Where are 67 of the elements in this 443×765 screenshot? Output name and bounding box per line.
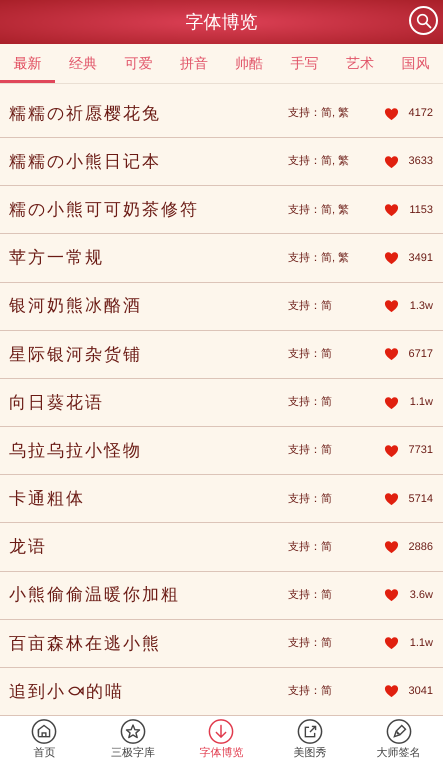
heart-icon[interactable] [384, 540, 399, 554]
support-label: 支持：简 [288, 684, 333, 700]
heart-icon[interactable] [384, 396, 399, 410]
download-icon [208, 719, 234, 746]
nav-tab[interactable]: 美图秀 [266, 716, 354, 765]
font-name[interactable]: 糯糯の小熊日记本 [9, 148, 161, 174]
font-name[interactable]: 乌拉乌拉小怪物 [9, 438, 142, 464]
heart-icon[interactable] [384, 347, 399, 362]
nav-tab[interactable]: 三极字库 [88, 716, 178, 765]
font-name[interactable]: 龙语 [9, 534, 47, 560]
share-icon [297, 719, 324, 746]
like-count: 5714 [408, 492, 433, 507]
support-label: 支持：简, 繁 [288, 106, 350, 122]
category-tab[interactable]: 最新 [0, 44, 56, 83]
font-name[interactable]: 小熊偷偷温暖你加粗 [9, 582, 180, 608]
font-name[interactable]: 苹方一常规 [9, 245, 104, 271]
like-count: 1153 [408, 202, 433, 218]
font-name[interactable]: 的喵 [86, 678, 124, 704]
search-icon [416, 12, 432, 28]
support-label: 支持：简 [288, 298, 333, 314]
heart-icon[interactable] [384, 106, 399, 121]
heart-icon[interactable] [384, 588, 399, 602]
like-count: 3633 [408, 154, 433, 170]
font-name[interactable]: 卡通粗体 [9, 486, 85, 512]
like-count: 3041 [408, 684, 433, 700]
page-title: 字体博览 [186, 10, 258, 34]
heart-icon[interactable] [384, 154, 399, 169]
heart-icon[interactable] [384, 202, 399, 217]
support-label: 支持：简 [288, 588, 333, 603]
like-count: 3491 [408, 250, 433, 266]
heart-icon[interactable] [384, 444, 399, 458]
font-name[interactable]: 百亩森林在逃小熊 [9, 630, 161, 656]
support-label: 支持：简 [288, 443, 333, 458]
font-name[interactable]: 星际银河杂货铺 [9, 342, 142, 368]
support-label: 支持：简, 繁 [288, 250, 350, 266]
font-name[interactable]: 银河奶熊冰酪酒 [9, 293, 142, 319]
like-count: 1.3w [408, 298, 433, 314]
support-label: 支持：简 [288, 540, 333, 555]
like-count: 3.6w [408, 588, 433, 603]
support-label: 支持：简 [288, 395, 333, 410]
like-count: 1.1w [408, 395, 433, 410]
pen-icon [386, 719, 412, 746]
font-name[interactable]: 向日葵花语 [9, 390, 104, 416]
font-name[interactable]: 糯の小熊可可奶茶修符 [9, 197, 199, 223]
house-icon [31, 719, 58, 746]
support-label: 支持：简, 繁 [288, 154, 350, 170]
search-button[interactable] [409, 6, 438, 35]
heart-icon[interactable] [384, 251, 399, 266]
support-label: 支持：简 [288, 347, 333, 362]
heart-icon[interactable] [384, 636, 399, 650]
like-count: 4172 [408, 106, 433, 122]
like-count: 2886 [408, 540, 433, 555]
support-label: 支持：简 [288, 492, 333, 507]
font-name[interactable]: 糯糯の祈愿樱花兔 [9, 100, 161, 126]
nav-tab[interactable]: 字体博览 [177, 716, 266, 765]
heart-icon[interactable] [384, 299, 399, 314]
nav-tab[interactable]: 大师签名 [354, 716, 443, 765]
fish-icon [68, 685, 84, 698]
heart-icon[interactable] [384, 492, 399, 506]
like-count: 7731 [408, 443, 433, 458]
like-count: 6717 [408, 347, 433, 362]
support-label: 支持：简 [288, 636, 333, 652]
like-count: 1.1w [408, 636, 433, 652]
heart-icon[interactable] [384, 684, 399, 698]
support-label: 支持：简, 繁 [288, 202, 350, 218]
font-name[interactable]: 追到小 [9, 678, 66, 704]
nav-tab[interactable]: 首页 [0, 716, 89, 765]
